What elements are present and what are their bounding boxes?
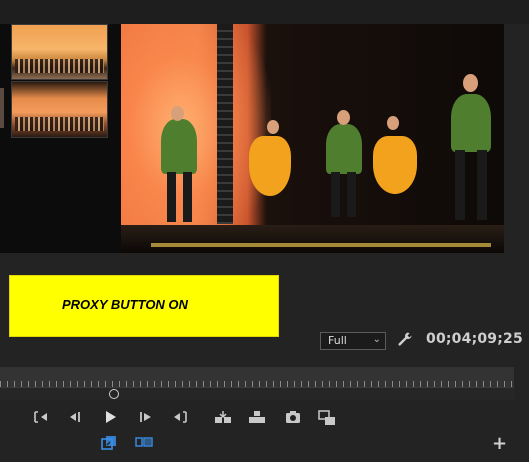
clip-thumbnail-2[interactable] — [11, 81, 108, 138]
proxy-banner: PROXY BUTTON ON — [9, 275, 279, 337]
wrench-icon[interactable] — [397, 331, 413, 347]
scrub-bar[interactable] — [0, 387, 514, 400]
mark-in-button[interactable] — [32, 410, 50, 426]
multi-camera-button[interactable] — [135, 435, 153, 451]
compare-view-button[interactable] — [318, 410, 336, 426]
add-button-icon[interactable]: + — [492, 435, 507, 453]
step-forward-button[interactable] — [137, 410, 155, 426]
export-frame-button[interactable] — [284, 410, 302, 426]
clip-thumbnail-1[interactable] — [11, 24, 108, 80]
playhead-handle[interactable] — [109, 389, 119, 399]
playhead-timecode[interactable]: 00;04;09;25 — [426, 331, 523, 347]
program-monitor-video[interactable] — [121, 24, 504, 253]
play-button[interactable] — [101, 410, 119, 426]
panel-edge — [0, 88, 4, 128]
thumbnail-panel — [0, 24, 121, 253]
go-to-out-button[interactable] — [171, 410, 189, 426]
insert-button[interactable] — [214, 410, 232, 426]
zoom-level-value: Full — [328, 334, 347, 347]
proxy-banner-text: PROXY BUTTON ON — [62, 297, 188, 312]
zoom-level-select[interactable]: Full ⌄ — [320, 332, 386, 350]
toggle-proxies-button[interactable] — [100, 435, 118, 451]
mark-out-button[interactable] — [66, 410, 84, 426]
overwrite-button[interactable] — [248, 410, 266, 426]
time-ruler[interactable] — [0, 367, 514, 387]
chevron-down-icon: ⌄ — [372, 334, 381, 345]
top-strip — [0, 0, 529, 24]
